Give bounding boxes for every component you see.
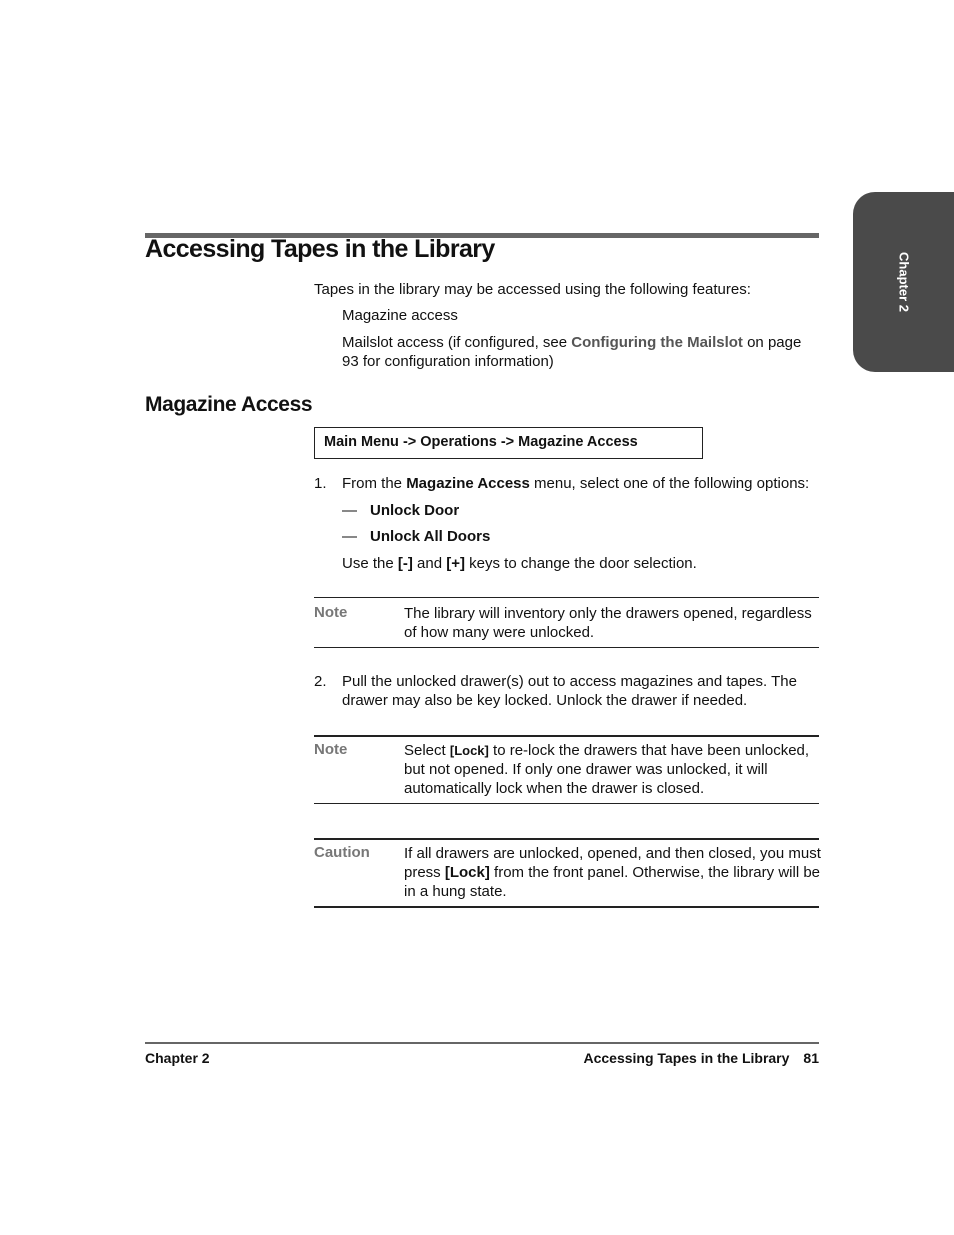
step-number: 1. [314, 475, 327, 492]
footer-section-title: Accessing Tapes in the Library [583, 1050, 790, 1066]
note-rule-bottom [314, 803, 819, 804]
footer-right: Accessing Tapes in the Library 81 [584, 1050, 820, 1066]
option-unlock-all-doors: Unlock All Doors [370, 528, 491, 545]
step-text: Pull the unlocked drawer(s) out to acces… [342, 673, 797, 709]
step-number: 2. [314, 673, 327, 690]
caution-rule-bottom [314, 906, 819, 908]
caution-label: Caution [314, 844, 370, 861]
footer-chapter: Chapter 2 [145, 1050, 210, 1066]
page-number: 81 [803, 1050, 819, 1066]
chapter-tab: Chapter 2 [853, 192, 954, 372]
intro-text: Tapes in the library may be accessed usi… [314, 281, 751, 298]
menu-path: Main Menu -> Operations -> Magazine Acce… [324, 434, 638, 450]
note-rule-bottom [314, 647, 819, 648]
section-heading: Magazine Access [145, 393, 313, 416]
note-text: Select [Lock] to re-lock the drawers tha… [404, 742, 810, 797]
menu-path-box: Main Menu -> Operations -> Magazine Acce… [314, 427, 703, 459]
note-text: The library will inventory only the draw… [404, 605, 812, 641]
dash: — [342, 528, 357, 545]
note-label: Note [314, 741, 348, 758]
note-rule-top [314, 735, 819, 737]
note-rule-top [314, 597, 819, 598]
option-unlock-door: Unlock Door [370, 502, 460, 519]
chapter-tab-label: Chapter 2 [896, 252, 911, 312]
step-text: From the Magazine Access menu, select on… [342, 475, 810, 492]
caution-rule-top [314, 838, 819, 840]
page-title: Accessing Tapes in the Library [145, 235, 495, 263]
dash: — [342, 502, 357, 519]
caution-text: If all drawers are unlocked, opened, and… [404, 845, 821, 900]
footer-rule [145, 1042, 819, 1044]
keys-instruction: Use the [-] and [+] keys to change the d… [342, 555, 697, 572]
feature-item: Mailslot access (if configured, see Conf… [342, 334, 802, 370]
note-label: Note [314, 604, 348, 621]
cross-reference-link[interactable]: Configuring the Mailslot [571, 334, 743, 351]
feature-item: Magazine access [342, 307, 458, 324]
